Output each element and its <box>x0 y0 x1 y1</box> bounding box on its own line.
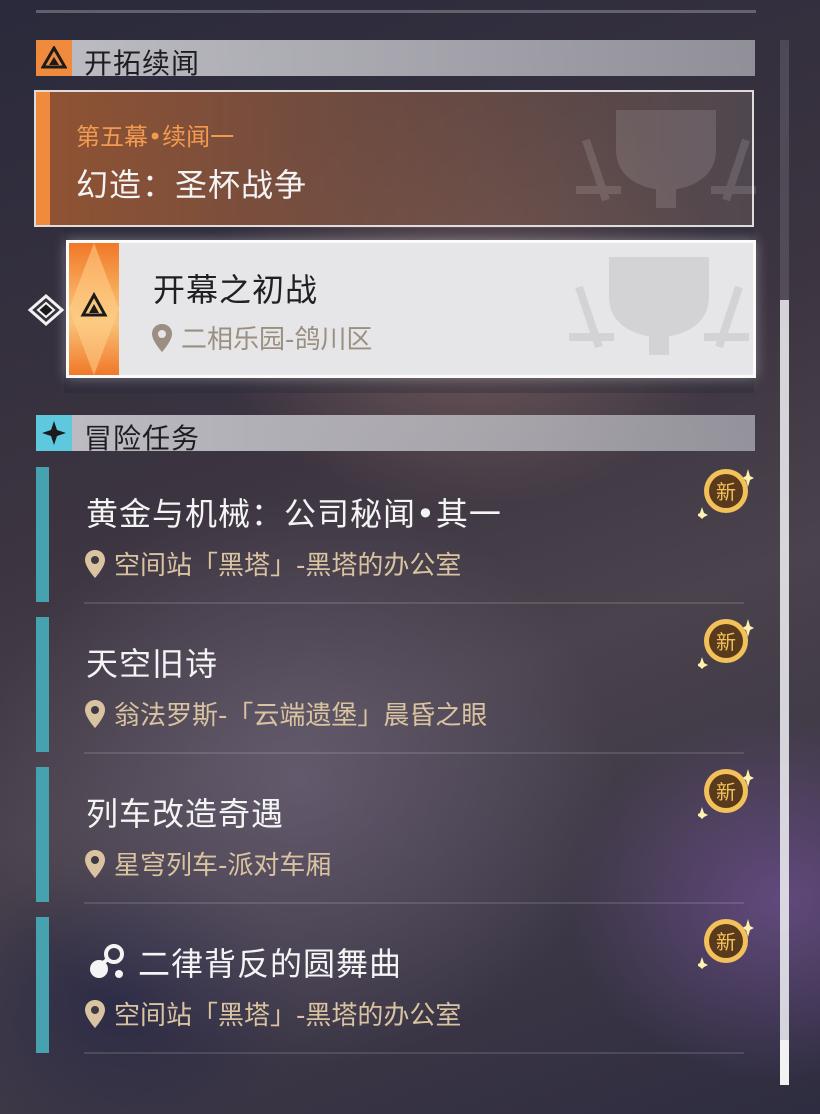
quest-accent-bar <box>36 917 49 1052</box>
quest-name: 黄金与机械：公司秘闻•其一 <box>86 495 502 533</box>
quest-item[interactable]: 列车改造奇遇 星穹列车-派对车厢 新 <box>36 767 754 904</box>
divider <box>84 902 744 904</box>
section-header-trailblaze: 开拓续闻 <box>36 40 755 80</box>
map-pin-icon <box>152 323 172 352</box>
sub-quest-strip <box>69 243 119 375</box>
quest-name: 二律背反的圆舞曲 <box>86 939 402 985</box>
selected-arrow-icon <box>26 290 66 334</box>
new-badge-text: 新 <box>716 780 736 804</box>
quest-name: 列车改造奇遇 <box>86 795 285 833</box>
quest-accent-bar <box>36 617 49 752</box>
quest-name: 天空旧诗 <box>86 645 219 683</box>
map-pin-icon <box>85 999 105 1028</box>
section-title: 冒险任务 <box>84 422 201 455</box>
top-divider <box>36 10 756 13</box>
quest-location: 空间站「黑塔」-黑塔的办公室 <box>84 545 461 582</box>
map-pin-icon <box>85 699 105 728</box>
location-text: 空间站「黑塔」-黑塔的办公室 <box>114 551 462 581</box>
four-point-star-icon <box>36 415 72 451</box>
sub-quest-location: 二相乐园-鸽川区 <box>151 319 372 356</box>
quest-location: 星穹列车-派对车厢 <box>84 845 331 882</box>
location-text: 星穹列车-派对车厢 <box>114 851 332 881</box>
new-badge-text: 新 <box>716 630 736 654</box>
new-badge: 新 <box>698 769 754 819</box>
molecule-icon <box>90 944 124 978</box>
triangle-emblem-icon <box>36 40 72 76</box>
divider <box>84 1052 744 1054</box>
grail-watermark-icon <box>576 110 756 208</box>
divider <box>84 602 744 604</box>
featured-accent-bar <box>36 92 50 225</box>
quest-accent-bar <box>36 767 49 902</box>
new-badge-text: 新 <box>716 480 736 504</box>
section-title: 开拓续闻 <box>84 47 201 80</box>
featured-chapter-label: 第五幕•续闻一 <box>76 123 235 151</box>
quest-location: 空间站「黑塔」-黑塔的办公室 <box>84 995 461 1032</box>
featured-quest-card[interactable]: 第五幕•续闻一 幻造：圣杯战争 <box>34 90 756 227</box>
location-text: 二相乐园-鸽川区 <box>181 325 373 355</box>
scrollbar-end <box>780 1040 789 1085</box>
location-text: 空间站「黑塔」-黑塔的办公室 <box>114 1001 462 1031</box>
featured-quest-name: 幻造：圣杯战争 <box>76 166 308 204</box>
location-text: 翁法罗斯-「云端遗堡」晨昏之眼 <box>114 701 488 731</box>
new-badge: 新 <box>698 919 754 969</box>
grail-watermark-icon <box>569 257 749 355</box>
divider <box>84 752 744 754</box>
map-pin-icon <box>85 849 105 878</box>
sub-quest-name: 开幕之初战 <box>153 271 319 309</box>
new-badge-text: 新 <box>716 930 736 954</box>
sub-quest-card-selected[interactable]: 开幕之初战 二相乐园-鸽川区 <box>66 240 756 378</box>
quest-item[interactable]: 黄金与机械：公司秘闻•其一 空间站「黑塔」-黑塔的办公室 新 <box>36 467 754 604</box>
new-badge: 新 <box>698 619 754 669</box>
quest-item[interactable]: 天空旧诗 翁法罗斯-「云端遗堡」晨昏之眼 新 <box>36 617 754 754</box>
quest-item[interactable]: 二律背反的圆舞曲 空间站「黑塔」-黑塔的办公室 新 <box>36 917 754 1054</box>
scrollbar-thumb[interactable] <box>780 300 789 1060</box>
quest-accent-bar <box>36 1045 49 1053</box>
map-pin-icon <box>85 549 105 578</box>
quest-accent-bar <box>36 467 49 602</box>
section-header-adventure: 冒险任务 <box>36 415 755 455</box>
quest-location: 翁法罗斯-「云端遗堡」晨昏之眼 <box>84 695 487 732</box>
new-badge: 新 <box>698 469 754 519</box>
